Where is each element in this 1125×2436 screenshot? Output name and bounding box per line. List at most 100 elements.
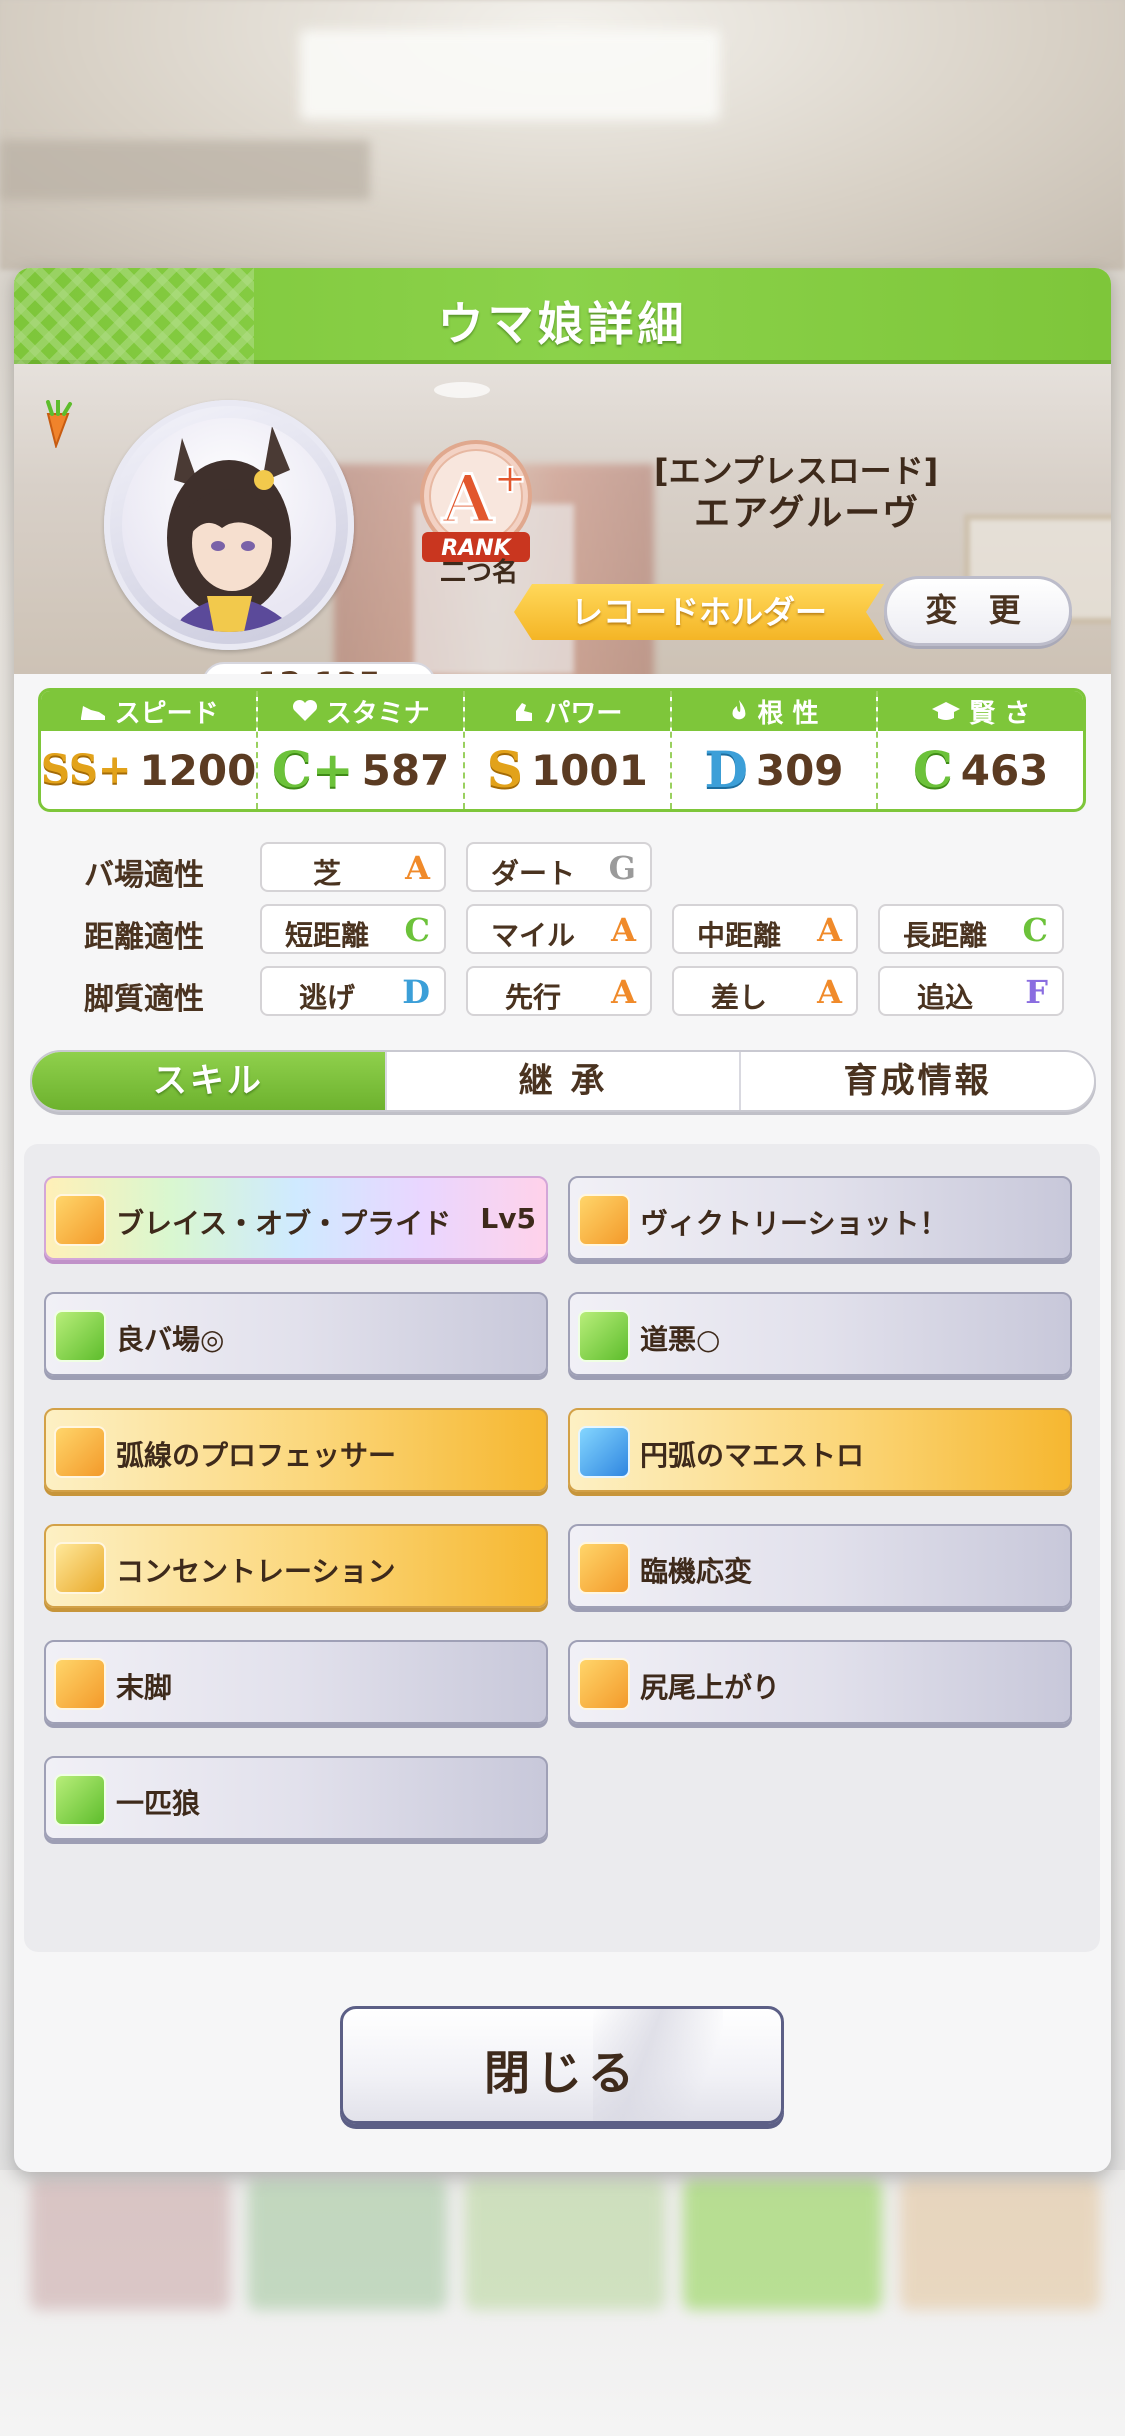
skill-name: 尻尾上がり xyxy=(640,1671,781,1704)
skill-item[interactable]: 道悪○ xyxy=(568,1292,1072,1376)
aptitude-distance-row: 距離適性 短距離 C マイル A 中距離 A 長距離 C xyxy=(38,904,1098,956)
stat-grade: C+ xyxy=(271,740,354,799)
skill-item[interactable]: コンセントレーション xyxy=(44,1524,548,1608)
skill-name: 円弧のマエストロ xyxy=(640,1439,865,1472)
stat-grade: C xyxy=(912,740,953,799)
stat-header: 賢 さ xyxy=(878,691,1083,731)
skill-name: ヴィクトリーショット！ xyxy=(640,1207,948,1240)
skill-name: 道悪○ xyxy=(640,1323,721,1356)
aptitude-cell: 追込 F xyxy=(878,966,1064,1016)
aptitude-cell: 先行 A xyxy=(466,966,652,1016)
skill-item[interactable]: 尻尾上がり xyxy=(568,1640,1072,1724)
skill-level: Lv5 xyxy=(480,1202,536,1235)
title-banner: レコードホルダー xyxy=(514,584,884,640)
stat-header: 根 性 xyxy=(671,691,877,731)
stat-body: C+ 587 xyxy=(258,731,463,809)
muscle-icon xyxy=(516,703,533,721)
stat-value: 309 xyxy=(755,745,844,795)
stat-wisdom: 賢 さ C 463 xyxy=(876,691,1083,809)
close-button[interactable]: 閉じる xyxy=(340,2006,784,2124)
running-horse-icon xyxy=(54,1426,106,1478)
skill-item[interactable]: 臨機応変 xyxy=(568,1524,1072,1608)
detail-tabs: スキル 継 承 育成情報 xyxy=(30,1050,1096,1112)
aptitude-grade: G xyxy=(608,849,636,887)
svg-text:A: A xyxy=(441,460,494,538)
stat-label: スピード xyxy=(114,698,219,729)
change-title-button[interactable]: 変 更 xyxy=(884,576,1072,646)
stat-grade: D xyxy=(704,740,748,799)
aptitude-cell: 逃げ D xyxy=(260,966,446,1016)
muscle-icon xyxy=(54,1310,106,1362)
running-horse-icon xyxy=(578,1658,630,1710)
stat-header: スタミナ xyxy=(258,691,463,731)
skill-item[interactable]: 弧線のプロフェッサー xyxy=(44,1408,548,1492)
aptitude-cell: 短距離 C xyxy=(260,904,446,954)
skill-name: 末脚 xyxy=(116,1671,173,1704)
aptitude-cell: 差し A xyxy=(672,966,858,1016)
skill-name: 良バ場◎ xyxy=(116,1323,225,1356)
skill-item[interactable]: ヴィクトリーショット！ xyxy=(568,1176,1072,1260)
stat-label: 賢 さ xyxy=(969,698,1031,729)
avatar-portrait xyxy=(122,418,336,632)
gate-icon xyxy=(54,1542,106,1594)
evaluation-score: 12,135 xyxy=(202,662,436,674)
stat-header: パワー xyxy=(465,691,670,731)
skill-name: 臨機応変 xyxy=(640,1555,753,1588)
stat-value: 1200 xyxy=(139,745,257,795)
modal-header: ウマ娘詳細 xyxy=(14,268,1111,364)
svg-text:+: + xyxy=(493,456,527,502)
skill-item[interactable]: 良バ場◎ xyxy=(44,1292,548,1376)
modal-title: ウマ娘詳細 xyxy=(437,297,688,351)
aptitude-name: 長距離 xyxy=(902,919,987,952)
avatar[interactable]: 12,135 xyxy=(104,400,436,674)
profile-hero: 12,135 A + RANK 二つ名 [エンプレスロード] エアグルーヴ レコ… xyxy=(14,364,1111,674)
tab-inheritance[interactable]: 継 承 xyxy=(384,1052,740,1110)
aptitude-label: 距離適性 xyxy=(84,920,204,955)
aptitude-grade: C xyxy=(404,911,430,949)
aptitude-grade: A xyxy=(817,911,842,949)
swap-icon xyxy=(578,1542,630,1594)
stat-value: 587 xyxy=(361,745,450,795)
skill-item[interactable]: 円弧のマエストロ xyxy=(568,1408,1072,1492)
aptitude-style-row: 脚質適性 逃げ D 先行 A 差し A 追込 F xyxy=(38,966,1098,1018)
aptitude-name: マイル xyxy=(490,919,575,952)
tab-skills[interactable]: スキル xyxy=(32,1052,385,1110)
tab-training-info[interactable]: 育成情報 xyxy=(739,1052,1094,1110)
running-horse-icon xyxy=(54,1658,106,1710)
skill-item[interactable]: 末脚 xyxy=(44,1640,548,1724)
aptitude-cell: 長距離 C xyxy=(878,904,1064,954)
aptitude-grade: D xyxy=(402,973,430,1011)
aptitude-name: ダート xyxy=(490,857,575,890)
skill-item[interactable]: 一匹狼 xyxy=(44,1756,548,1840)
list-icon xyxy=(54,1774,106,1826)
stat-value: 1001 xyxy=(530,745,648,795)
stat-label: スタミナ xyxy=(325,698,430,729)
aptitude-track-row: バ場適性 芝 A ダート G xyxy=(38,842,1098,894)
stat-grade: S xyxy=(486,740,523,799)
stats-panel: スピード SS+ 1200 スタミナ C+ 587 パワー S 1001 根 性… xyxy=(38,688,1086,812)
aptitude-name: 追込 xyxy=(916,981,973,1014)
heart-icon xyxy=(292,699,317,721)
aptitude-name: 先行 xyxy=(504,981,561,1014)
rank-caption: 二つ名 xyxy=(439,558,518,588)
stat-guts: 根 性 D 309 xyxy=(669,691,877,809)
skills-panel: ブレイス・オブ・プライド Lv5 ヴィクトリーショット！ 良バ場◎ 道悪○ 弧線… xyxy=(24,1144,1100,1952)
stat-body: D 309 xyxy=(672,731,877,809)
aptitude-grade: A xyxy=(611,911,636,949)
running-horse-icon xyxy=(578,1194,630,1246)
aptitude-cell: ダート G xyxy=(466,842,652,892)
muscle-icon xyxy=(578,1310,630,1362)
flame-icon xyxy=(732,700,746,720)
aptitude-name: 逃げ xyxy=(298,981,355,1014)
aptitude-label: バ場適性 xyxy=(84,858,204,893)
character-portrait xyxy=(167,426,292,632)
skill-name: コンセントレーション xyxy=(116,1555,396,1588)
stat-value: 463 xyxy=(960,745,1049,795)
stat-grade: SS+ xyxy=(41,746,132,793)
stat-header: スピード xyxy=(41,691,257,731)
skill-name: 弧線のプロフェッサー xyxy=(116,1439,397,1472)
skill-item[interactable]: ブレイス・オブ・プライド Lv5 xyxy=(44,1176,548,1260)
aptitude-cell: 芝 A xyxy=(260,842,446,892)
aptitude-grade: F xyxy=(1025,973,1048,1011)
stat-label: 根 性 xyxy=(757,698,819,729)
